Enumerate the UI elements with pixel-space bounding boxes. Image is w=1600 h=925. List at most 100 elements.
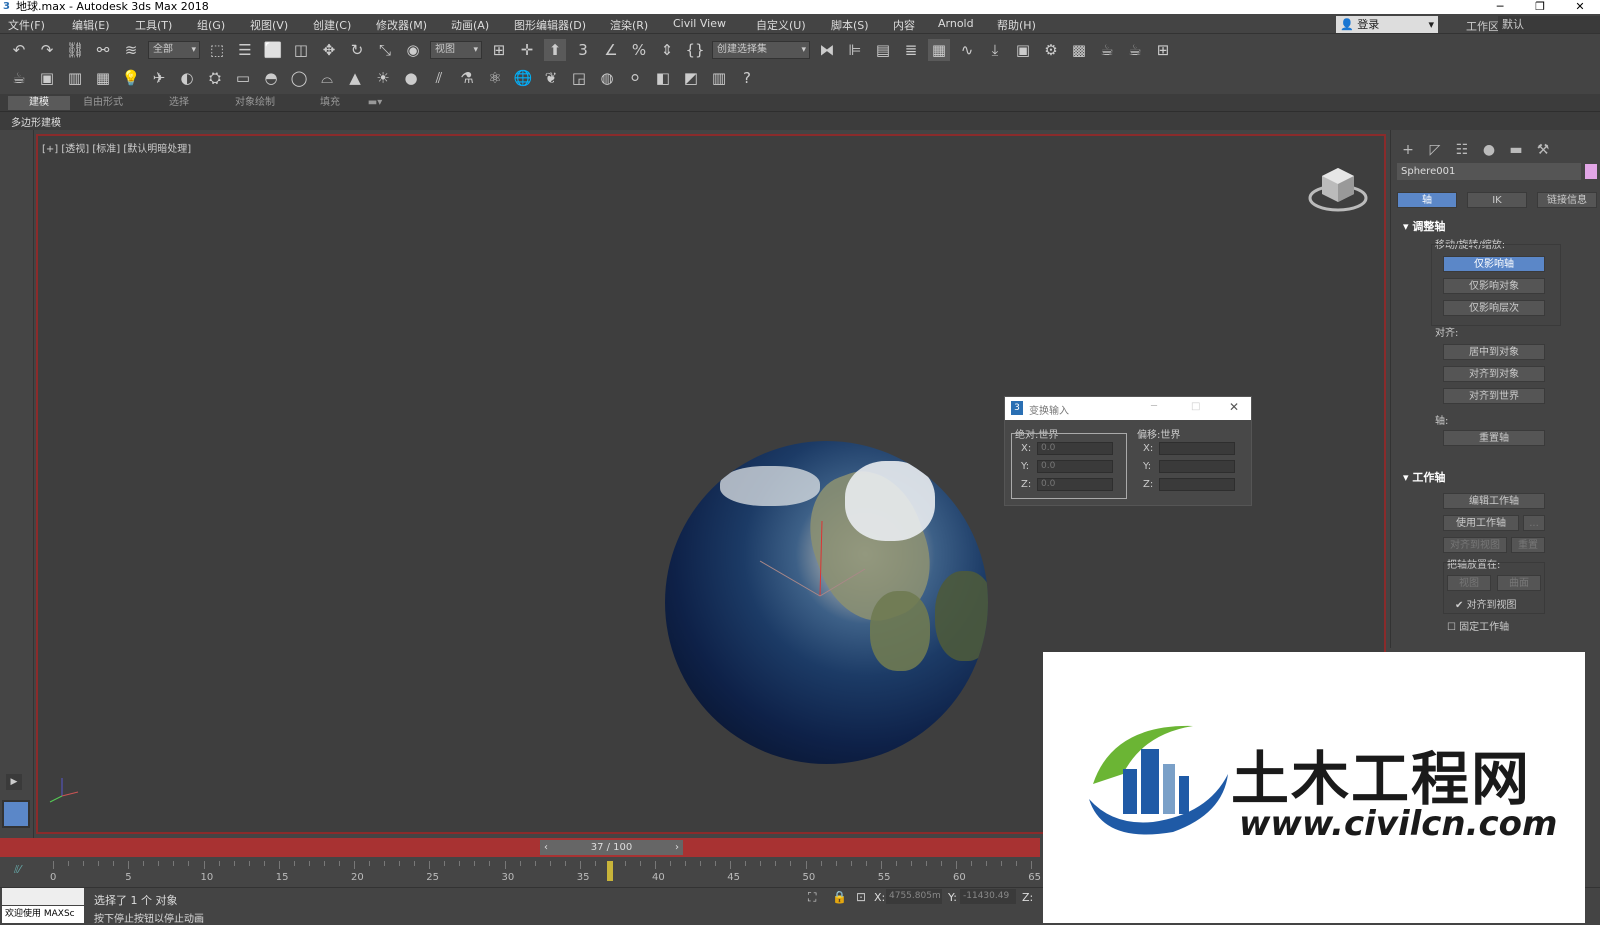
object-color-swatch[interactable] <box>1585 164 1597 179</box>
menu-edit[interactable]: 编辑(E) <box>72 17 110 33</box>
earth-sphere[interactable] <box>665 441 988 764</box>
curve-editor-icon[interactable]: ∿ <box>956 39 978 61</box>
use-working-pivot-button[interactable]: 使用工作轴 <box>1443 515 1519 531</box>
viewport-label[interactable]: [+] [透视] [标准] [默认明暗处理] <box>42 140 191 155</box>
undo-icon[interactable]: ↶ <box>8 39 30 61</box>
affect-hierarchy-only-button[interactable]: 仅影响层次 <box>1443 300 1545 316</box>
menu-help[interactable]: 帮助(H) <box>997 17 1036 33</box>
reset-working-pivot-button[interactable]: 重置 <box>1511 537 1545 553</box>
link-info-tab[interactable]: 链接信息 <box>1537 192 1597 208</box>
ik-tab[interactable]: IK <box>1467 192 1527 208</box>
track-bar[interactable]: ⫽⁄ 0 5 10 15 20 25 30 35 40 45 50 55 60 65 <box>0 857 1041 887</box>
modify-tab-icon[interactable]: ◸ <box>1424 142 1446 160</box>
menu-scripting[interactable]: 脚本(S) <box>831 17 869 33</box>
close-button[interactable]: ✕ <box>1560 0 1600 14</box>
link-icon[interactable]: ⛓ <box>64 39 86 61</box>
place-icon[interactable]: ◉ <box>402 39 424 61</box>
dialog-close-icon[interactable]: ✕ <box>1229 400 1239 414</box>
rotate-icon[interactable]: ↻ <box>346 39 368 61</box>
view-button[interactable]: 视图 <box>1447 575 1491 591</box>
abs-z-field[interactable]: 0.0 <box>1037 478 1113 491</box>
spinner-snap-icon[interactable]: ⇕ <box>656 39 678 61</box>
prev-frame-icon[interactable]: ‹ <box>540 840 552 855</box>
frame-indicator[interactable]: 37 / 100 <box>552 840 671 855</box>
snap-toggle-icon[interactable]: 3 <box>572 39 594 61</box>
render-setup-icon[interactable]: ⚙ <box>1040 39 1062 61</box>
ribbon-tab-object-paint[interactable]: 对象绘制 <box>224 96 286 110</box>
ref-coord-dropdown[interactable]: 视图 <box>430 41 482 59</box>
operator-icon[interactable]: ⚗ <box>456 67 478 89</box>
adjust-pivot-rollout[interactable]: ▾ 调整轴 <box>1403 218 1445 234</box>
dome-light-icon[interactable]: ◓ <box>260 67 282 89</box>
align-to-view-checkbox[interactable]: ✔ 对齐到视图 <box>1455 596 1517 611</box>
off-z-field[interactable] <box>1159 478 1235 491</box>
polygon-modeling-label[interactable]: 多边形建模 <box>11 114 61 129</box>
dialog-minimize-icon[interactable]: ─ <box>1151 401 1157 412</box>
arnold-camera-icon[interactable]: ✈ <box>148 67 170 89</box>
center-to-object-button[interactable]: 居中到对象 <box>1443 344 1545 360</box>
sphere-preview-icon[interactable]: ⚪ <box>624 67 646 89</box>
volume-icon[interactable]: ⚛ <box>484 67 506 89</box>
teapot-icon[interactable]: ☕ <box>8 67 30 89</box>
arnold-sky-icon[interactable]: ⛭ <box>204 67 226 89</box>
menu-rendering[interactable]: 渲染(R) <box>610 17 648 33</box>
sphere-light-icon[interactable]: ◯ <box>288 67 310 89</box>
coord-x-field[interactable]: 4755.805m <box>886 889 942 904</box>
ribbon-tab-freeform[interactable]: 自由形式 <box>70 96 136 110</box>
hierarchy-tab-icon[interactable]: ☷ <box>1451 142 1473 160</box>
light-manager-icon[interactable]: 💡 <box>120 67 142 89</box>
redo-icon[interactable]: ↷ <box>36 39 58 61</box>
workspace-dropdown[interactable]: 默认 <box>1498 16 1600 33</box>
arnold-props-icon[interactable]: ⫽ <box>428 67 450 89</box>
create-tab-icon[interactable]: + <box>1397 142 1419 160</box>
motion-tab-icon[interactable]: ● <box>1478 142 1500 160</box>
arnold-log-icon[interactable]: ▦ <box>92 67 114 89</box>
reset-pivot-button[interactable]: 重置轴 <box>1443 430 1545 446</box>
ribbon-toggle-icon[interactable]: ▦ <box>928 39 950 61</box>
hr-icon[interactable]: ◲ <box>568 67 590 89</box>
window-crossing-icon[interactable]: ◫ <box>290 39 312 61</box>
abs-x-field[interactable]: 0.0 <box>1037 442 1113 455</box>
quad-light-icon[interactable]: ▭ <box>232 67 254 89</box>
menu-customize[interactable]: 自定义(U) <box>756 17 806 33</box>
ribbon-options-icon[interactable]: ▬▾ <box>364 96 386 110</box>
menu-file[interactable]: 文件(F) <box>8 17 45 33</box>
selection-set-dropdown[interactable]: 创建选择集 <box>712 41 810 59</box>
unlink-icon[interactable]: ⚯ <box>92 39 114 61</box>
arnold-render-view-icon[interactable]: ▣ <box>36 67 58 89</box>
scene-explorer-icon[interactable]: ▤ <box>872 39 894 61</box>
gizmo-axes[interactable] <box>665 441 988 764</box>
layer-explorer-icon[interactable]: ≣ <box>900 39 922 61</box>
selection-filter-dropdown[interactable]: 全部 <box>148 41 200 59</box>
align-to-view-button[interactable]: 对齐到视图 <box>1443 537 1507 553</box>
ribbon-tab-modeling[interactable]: 建模 <box>8 96 70 110</box>
maxscript-listener[interactable] <box>2 888 84 905</box>
menu-tools[interactable]: 工具(T) <box>135 17 172 33</box>
menu-views[interactable]: 视图(V) <box>250 17 288 33</box>
scale-icon[interactable]: ⤡ <box>374 39 396 61</box>
pivot-center-icon[interactable]: ⊞ <box>488 39 510 61</box>
lock-working-pivot-checkbox[interactable]: ☐ 固定工作轴 <box>1447 618 1509 633</box>
rendered-frame-icon[interactable]: ▩ <box>1068 39 1090 61</box>
align-to-world-button[interactable]: 对齐到世界 <box>1443 388 1545 404</box>
time-slider[interactable]: ‹ 37 / 100 › <box>0 838 1040 857</box>
material-editor-icon[interactable]: ▣ <box>1012 39 1034 61</box>
affect-object-only-button[interactable]: 仅影响对象 <box>1443 278 1545 294</box>
edit-working-pivot-button[interactable]: 编辑工作轴 <box>1443 493 1545 509</box>
angle-snap-icon[interactable]: ∠ <box>600 39 622 61</box>
export-icon[interactable]: ▥ <box>708 67 730 89</box>
off-x-field[interactable] <box>1159 442 1235 455</box>
lock-icon[interactable]: 🔒 <box>832 890 847 904</box>
working-pivot-rollout[interactable]: ▾ 工作轴 <box>1403 469 1445 485</box>
select-manipulate-icon[interactable]: ✛ <box>516 39 538 61</box>
bind-space-warp-icon[interactable]: ≋ <box>120 39 142 61</box>
object-name-field[interactable]: Sphere001 <box>1397 163 1581 180</box>
restore-button[interactable]: ❐ <box>1520 0 1560 14</box>
coord-y-field[interactable]: -11430.49 <box>960 889 1016 904</box>
ribbon-tab-selection[interactable]: 选择 <box>152 96 206 110</box>
next-frame-icon[interactable]: › <box>671 840 683 855</box>
mirror-icon[interactable]: ⧓ <box>816 39 838 61</box>
cone-light-icon[interactable]: ▲ <box>344 67 366 89</box>
select-by-name-icon[interactable]: ☰ <box>234 39 256 61</box>
menu-modifiers[interactable]: 修改器(M) <box>376 17 427 33</box>
